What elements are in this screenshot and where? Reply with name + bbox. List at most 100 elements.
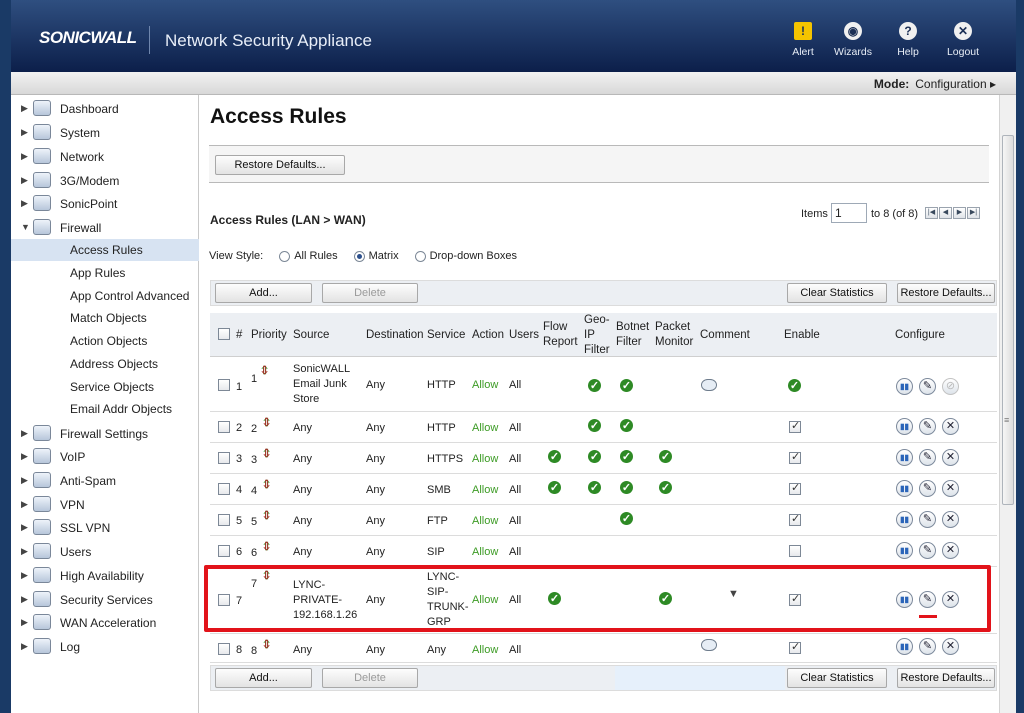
enable-checkbox[interactable] bbox=[789, 545, 801, 557]
sidebar-item-anti-spam[interactable]: ▶ Anti-Spam bbox=[11, 470, 199, 492]
expand-arrow-icon[interactable]: ▶ bbox=[21, 570, 28, 581]
wizards-button[interactable]: ◉ Wizards bbox=[828, 22, 878, 58]
prev-page-icon[interactable]: ◀ bbox=[939, 207, 952, 219]
enable-checkbox[interactable] bbox=[789, 640, 801, 655]
table-row[interactable]: 4 4 ⇧⇩ Any Any SMB Allow All ✓ ✓ ✓ ✓ ▮▮ … bbox=[210, 474, 997, 505]
sidebar-item-ssl-vpn[interactable]: ▶ SSL VPN bbox=[11, 517, 199, 539]
last-page-icon[interactable]: ▶| bbox=[967, 207, 980, 219]
table-row[interactable]: 5 5 ⇧⇩ Any Any FTP Allow All ✓ ▮▮ ✎ ✕ bbox=[210, 505, 997, 536]
edit-icon[interactable]: ✎ bbox=[919, 378, 936, 395]
sidebar-item-vpn[interactable]: ▶ VPN bbox=[11, 494, 199, 516]
delete-button-bottom[interactable]: Delete bbox=[322, 668, 418, 688]
edit-icon[interactable]: ✎ bbox=[919, 449, 936, 466]
statistics-icon[interactable]: ▮▮ bbox=[896, 378, 913, 395]
expand-arrow-icon[interactable]: ▶ bbox=[21, 475, 28, 486]
sidebar-item-firewall-settings[interactable]: ▶ Firewall Settings bbox=[11, 423, 199, 445]
sidebar-item-system[interactable]: ▶ System bbox=[11, 122, 199, 144]
clear-statistics-button-bottom[interactable]: Clear Statistics bbox=[787, 668, 887, 688]
restore-defaults-top-button[interactable]: Restore Defaults... bbox=[215, 155, 345, 175]
collapse-arrow-icon[interactable]: ▼ bbox=[21, 222, 30, 232]
expand-arrow-icon[interactable]: ▶ bbox=[21, 428, 28, 439]
row-checkbox[interactable] bbox=[218, 483, 230, 495]
sidebar-item-match-objects[interactable]: Match Objects bbox=[11, 307, 199, 329]
statistics-icon[interactable]: ▮▮ bbox=[896, 480, 913, 497]
enable-checkbox[interactable] bbox=[789, 419, 801, 434]
sidebar-item-wan-acceleration[interactable]: ▶ WAN Acceleration bbox=[11, 612, 199, 634]
restore-defaults-button-bottom[interactable]: Restore Defaults... bbox=[897, 668, 995, 688]
col-priority[interactable]: Priority bbox=[251, 328, 287, 343]
sidebar-item-access-rules[interactable]: Access Rules bbox=[11, 239, 199, 261]
sidebar-item-address-objects[interactable]: Address Objects bbox=[11, 353, 199, 375]
sidebar-item-security-services[interactable]: ▶ Security Services bbox=[11, 589, 199, 611]
edit-icon[interactable]: ✎ bbox=[919, 638, 936, 655]
expand-arrow-icon[interactable]: ▶ bbox=[21, 451, 28, 462]
sidebar-item-firewall[interactable]: ▼ Firewall bbox=[11, 217, 199, 239]
delete-icon[interactable]: ✕ bbox=[942, 449, 959, 466]
add-button-bottom[interactable]: Add... bbox=[215, 668, 312, 688]
delete-icon[interactable]: ✕ bbox=[942, 480, 959, 497]
expand-arrow-icon[interactable]: ▶ bbox=[21, 103, 28, 114]
sidebar-item-users[interactable]: ▶ Users bbox=[11, 541, 199, 563]
view-all-rules-radio[interactable] bbox=[279, 250, 291, 262]
table-row[interactable]: 6 6 ⇧ ⇩ Any Any SIP Allow All ▮▮ ✎ ✕ bbox=[210, 536, 997, 567]
expand-arrow-icon[interactable]: ▶ bbox=[21, 594, 28, 605]
table-row[interactable]: 1 1 ⇧ ⇩ SonicWALL Email Junk Store Any HT… bbox=[210, 358, 997, 412]
sidebar-item-action-objects[interactable]: Action Objects bbox=[11, 330, 199, 352]
table-row[interactable]: 8 8 ⇧⇩ Any Any Any Allow All ▮▮ ✎ ✕ bbox=[210, 634, 997, 663]
col-destination[interactable]: Destination bbox=[366, 328, 424, 343]
row-checkbox[interactable] bbox=[218, 643, 230, 655]
expand-arrow-icon[interactable]: ▶ bbox=[21, 522, 28, 533]
view-matrix-radio[interactable] bbox=[353, 250, 365, 262]
enable-checkbox[interactable] bbox=[789, 450, 801, 465]
expand-arrow-icon[interactable]: ▶ bbox=[21, 127, 28, 138]
table-row[interactable]: 2 2 ⇧⇩ Any Any HTTP Allow All ✓ ✓ ▮▮ ✎ ✕ bbox=[210, 412, 997, 443]
vertical-scrollbar[interactable]: ≡ bbox=[999, 95, 1016, 713]
delete-icon[interactable]: ✕ bbox=[942, 542, 959, 559]
clear-statistics-button[interactable]: Clear Statistics bbox=[787, 283, 887, 303]
view-dropdown-radio[interactable] bbox=[414, 250, 426, 262]
row-checkbox[interactable] bbox=[218, 452, 230, 464]
sidebar-item-app-rules[interactable]: App Rules bbox=[11, 262, 199, 284]
col-action[interactable]: Action bbox=[472, 328, 504, 343]
items-start-input[interactable]: 1 bbox=[831, 203, 867, 223]
expand-arrow-icon[interactable]: ▶ bbox=[21, 641, 28, 652]
row-checkbox[interactable] bbox=[218, 514, 230, 526]
delete-icon[interactable]: ✕ bbox=[942, 418, 959, 435]
alert-button[interactable]: ! Alert bbox=[778, 22, 828, 58]
statistics-icon[interactable]: ▮▮ bbox=[896, 511, 913, 528]
sidebar-item-3g-modem[interactable]: ▶ 3G/Modem bbox=[11, 170, 199, 192]
sidebar-item-log[interactable]: ▶ Log bbox=[11, 636, 199, 658]
select-all-checkbox[interactable] bbox=[218, 328, 230, 340]
expand-arrow-icon[interactable]: ▶ bbox=[21, 151, 28, 162]
next-page-icon[interactable]: ▶ bbox=[953, 207, 966, 219]
col-source[interactable]: Source bbox=[293, 328, 329, 343]
sidebar-item-dashboard[interactable]: ▶ Dashboard bbox=[11, 98, 199, 120]
enable-checkbox[interactable] bbox=[789, 512, 801, 527]
row-checkbox[interactable] bbox=[218, 421, 230, 433]
statistics-icon[interactable]: ▮▮ bbox=[896, 418, 913, 435]
enable-checkbox[interactable] bbox=[789, 481, 801, 496]
restore-defaults-button[interactable]: Restore Defaults... bbox=[897, 283, 995, 303]
scrollbar-thumb[interactable] bbox=[1002, 135, 1014, 505]
sidebar-item-high-availability[interactable]: ▶ High Availability bbox=[11, 565, 199, 587]
mode-selector[interactable]: Mode: Configuration ▸ bbox=[874, 77, 996, 91]
row-checkbox[interactable] bbox=[218, 379, 230, 391]
sidebar-item-network[interactable]: ▶ Network bbox=[11, 146, 199, 168]
edit-icon[interactable]: ✎ bbox=[919, 480, 936, 497]
statistics-icon[interactable]: ▮▮ bbox=[896, 449, 913, 466]
col-service[interactable]: Service bbox=[427, 328, 465, 343]
edit-icon[interactable]: ✎ bbox=[919, 511, 936, 528]
expand-arrow-icon[interactable]: ▶ bbox=[21, 617, 28, 628]
edit-icon[interactable]: ✎ bbox=[919, 542, 936, 559]
sidebar-item-email-addr-objects[interactable]: Email Addr Objects bbox=[11, 398, 199, 420]
edit-icon[interactable]: ✎ bbox=[919, 418, 936, 435]
statistics-icon[interactable]: ▮▮ bbox=[896, 542, 913, 559]
col-users[interactable]: Users bbox=[509, 328, 539, 343]
expand-arrow-icon[interactable]: ▶ bbox=[21, 198, 28, 209]
comment-icon[interactable] bbox=[701, 379, 717, 391]
sidebar-item-service-objects[interactable]: Service Objects bbox=[11, 376, 199, 398]
sidebar-item-app-control-advanced[interactable]: App Control Advanced bbox=[11, 285, 199, 307]
logout-button[interactable]: ✕ Logout bbox=[938, 22, 988, 58]
table-row[interactable]: 3 3 ⇧⇩ Any Any HTTPS Allow All ✓ ✓ ✓ ✓ ▮… bbox=[210, 443, 997, 474]
expand-arrow-icon[interactable]: ▶ bbox=[21, 175, 28, 186]
